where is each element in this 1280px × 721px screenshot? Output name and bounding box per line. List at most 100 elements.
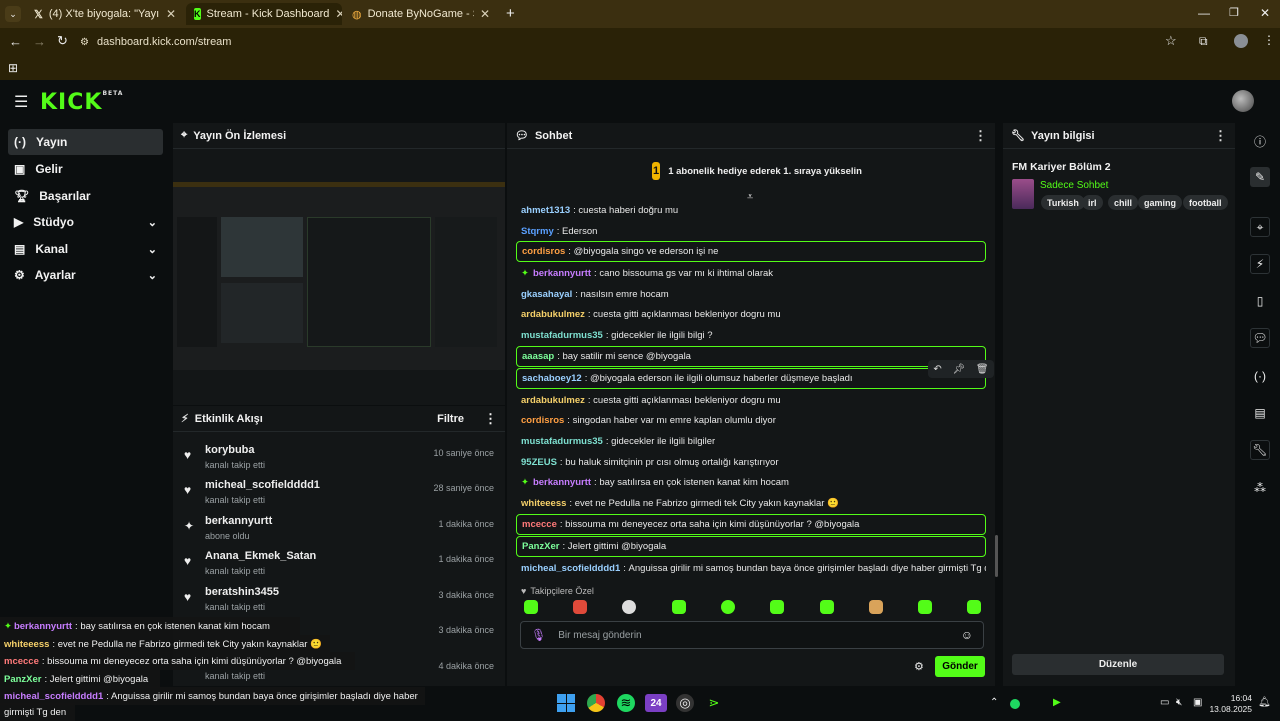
emote[interactable] — [820, 600, 834, 614]
forward-icon[interactable]: → — [33, 34, 46, 49]
emote[interactable] — [869, 600, 883, 614]
chat-message[interactable]: Stqrmy: Ederson — [516, 221, 986, 241]
emote[interactable] — [672, 600, 686, 614]
emote[interactable] — [918, 600, 932, 614]
kebab-menu-icon[interactable]: ⋮ — [484, 411, 497, 427]
sidebar-item-basarilar[interactable]: 🏆︎ Başarılar — [8, 183, 163, 209]
chat-message[interactable]: gkasahayal: nasılsın emre hocam — [516, 284, 986, 304]
activity-user[interactable]: berkannyurtt — [205, 515, 272, 527]
kebab-menu-icon[interactable]: ⋮ — [974, 128, 987, 144]
kebab-menu-icon[interactable]: ⋮ — [1214, 128, 1227, 144]
start-icon[interactable] — [557, 694, 575, 712]
tray-spotify-icon[interactable] — [1010, 699, 1020, 709]
app-24-icon[interactable]: 24 — [645, 694, 667, 712]
notification-bell-icon[interactable]: 🔔︎ — [1258, 697, 1271, 708]
sidebar-item-gelir[interactable]: ▣ Gelir — [8, 156, 163, 182]
tag[interactable]: chill — [1108, 195, 1139, 210]
chat-message[interactable]: 95ZEUS: bu haluk simitçinin pr cısı olmu… — [516, 452, 986, 472]
tray-battery-icon[interactable]: ▣ — [1193, 697, 1202, 708]
chat-message[interactable]: cordisros: singodan haber var mı emre ka… — [516, 410, 986, 430]
broadcast-icon[interactable]: (·) — [1250, 366, 1270, 386]
site-info-icon[interactable]: ⚙ — [80, 37, 89, 48]
chat-message-highlighted[interactable]: mcecce: bissouma mı deneyecez orta saha … — [516, 514, 986, 535]
lightning-icon[interactable]: ⚡︎ — [1250, 254, 1270, 274]
sidebar-item-ayarlar[interactable]: ⚙ Ayarlar ⌄ — [8, 262, 163, 288]
chat-settings-icon[interactable]: ⚙ — [914, 660, 924, 673]
category-thumbnail[interactable] — [1012, 179, 1034, 209]
tray-chevron-icon[interactable]: ⌃ — [990, 697, 998, 708]
tag[interactable]: Turkish — [1041, 195, 1085, 210]
edit-button[interactable]: Düzenle — [1012, 654, 1224, 675]
emote[interactable] — [770, 600, 784, 614]
profile-avatar[interactable] — [1234, 34, 1248, 48]
chat-message[interactable]: ✦ berkannyurtt: cano bissouma gs var mı k… — [516, 263, 986, 283]
new-tab-button[interactable]: + — [506, 5, 515, 22]
emote[interactable] — [967, 600, 981, 614]
chat-message-highlighted[interactable]: cordisros: @biyogala singo ve ederson iş… — [516, 241, 986, 262]
chat-message[interactable]: mustafadurmus35: gidecekler ile ilgili b… — [516, 431, 986, 451]
browser-tab-x[interactable]: 𝕏 (4) X'te biyogala: "Yayındayız! FM ✕ — [26, 3, 184, 25]
apps-grid-icon[interactable]: ⊞ — [8, 61, 18, 75]
close-tab-icon[interactable]: ✕ — [166, 7, 176, 21]
chat-message[interactable]: whiteeess: evet ne Pedulla ne Fabrizo gi… — [516, 493, 986, 513]
tray-play-icon[interactable]: ▶ — [1053, 697, 1061, 708]
send-button[interactable]: Gönder — [935, 656, 985, 677]
mic-icon[interactable]: 🎙︎ — [531, 628, 546, 642]
emote[interactable] — [622, 600, 636, 614]
chat-message[interactable]: ✦ berkannyurtt: bay satılırsa en çok iste… — [516, 472, 986, 492]
chat-message[interactable]: mustafadurmus35: gidecekler ile ilgili b… — [516, 325, 986, 345]
activity-user[interactable]: beratshin3455 — [205, 586, 279, 598]
close-window-icon[interactable]: ✕ — [1260, 6, 1270, 20]
reload-icon[interactable]: ↻ — [57, 33, 68, 49]
sidebar-item-kanal[interactable]: ▤ Kanal ⌄ — [8, 236, 163, 262]
info-icon[interactable]: ⓘ — [1250, 131, 1270, 151]
chat-bubble-icon[interactable]: 💬︎ — [1250, 328, 1270, 348]
chat-message-highlighted[interactable]: aaasap: bay satilir mi sence @biyogala — [516, 346, 986, 367]
minimize-icon[interactable]: — — [1198, 6, 1210, 20]
stream-preview-video[interactable] — [173, 182, 505, 370]
tag[interactable]: irl — [1082, 195, 1103, 210]
chat-message[interactable]: ardabukulmez: cuesta gitti açıklanması b… — [516, 304, 986, 324]
tray-wifi-icon[interactable]: ▭ — [1160, 697, 1169, 708]
emote[interactable] — [524, 600, 538, 614]
extensions-icon[interactable]: ⧉ — [1199, 34, 1208, 49]
restore-icon[interactable]: ❐ — [1229, 6, 1239, 19]
tab-search-button[interactable]: ⌄ — [5, 6, 21, 22]
chat-input[interactable]: 🎙︎ Bir mesaj gönderin ☺ — [520, 621, 984, 649]
emote[interactable] — [573, 600, 587, 614]
obs-icon[interactable]: ◎ — [676, 694, 694, 712]
kick-logo[interactable]: KICKBETA — [40, 90, 123, 115]
chat-message-highlighted[interactable]: PanzXer: Jelert gittimi @biyogala — [516, 536, 986, 557]
spotify-icon[interactable]: ≋ — [617, 694, 635, 712]
back-icon[interactable]: ← — [9, 34, 22, 49]
hamburger-menu-icon[interactable]: ☰ — [14, 92, 28, 112]
preview-toggle-icon[interactable]: ⌖ — [1250, 217, 1270, 237]
clock[interactable]: 16:04 13.08.2025 — [1208, 693, 1252, 715]
trash-icon[interactable]: 🗑︎ — [976, 364, 989, 375]
activity-user[interactable]: Anana_Ekmek_Satan — [205, 550, 316, 562]
browser-menu-icon[interactable]: ⋮ — [1263, 33, 1275, 47]
chat-message[interactable]: ahmet1313: cuesta haberi doğru mu — [516, 200, 986, 220]
tag[interactable]: gaming — [1138, 195, 1183, 210]
tray-volume-icon[interactable]: 🔇︎ — [1176, 697, 1182, 708]
chat-message-highlighted[interactable]: sachaboey12: @biyogala ederson ile ilgil… — [516, 368, 986, 389]
chat-message[interactable]: micheal_scofieldddd1: Anguissa girilir m… — [516, 558, 986, 578]
chat-scrollbar[interactable] — [995, 535, 998, 577]
wrench-icon[interactable]: 🔧︎ — [1250, 440, 1270, 460]
document-icon[interactable]: ▯ — [1250, 291, 1270, 311]
emoji-icon[interactable]: ☺ — [961, 628, 973, 642]
bookmark-star-icon[interactable]: ☆ — [1165, 33, 1177, 49]
widgets-icon[interactable]: ⁂ — [1250, 478, 1270, 498]
tag[interactable]: football — [1183, 195, 1228, 210]
close-tab-icon[interactable]: ✕ — [335, 7, 342, 21]
gift-sub-banner[interactable]: 1 1 abonelik hediye ederek 1. sıraya yük… — [652, 161, 862, 181]
user-avatar[interactable] — [1232, 90, 1254, 112]
activity-user[interactable]: micheal_scofieldddd1 — [205, 479, 320, 491]
browser-tab-bynogame[interactable]: ◍ Donate ByNoGame - Streamer ✕ — [344, 3, 498, 25]
browser-tab-kick[interactable]: K Stream - Kick Dashboard ✕ — [186, 3, 342, 25]
activity-user[interactable]: korybuba — [205, 444, 255, 456]
sidebar-item-yayin[interactable]: (·) Yayın — [8, 129, 163, 155]
reply-icon[interactable]: ↶ — [933, 364, 941, 375]
chrome-icon[interactable] — [587, 694, 605, 712]
close-tab-icon[interactable]: ✕ — [480, 7, 490, 21]
